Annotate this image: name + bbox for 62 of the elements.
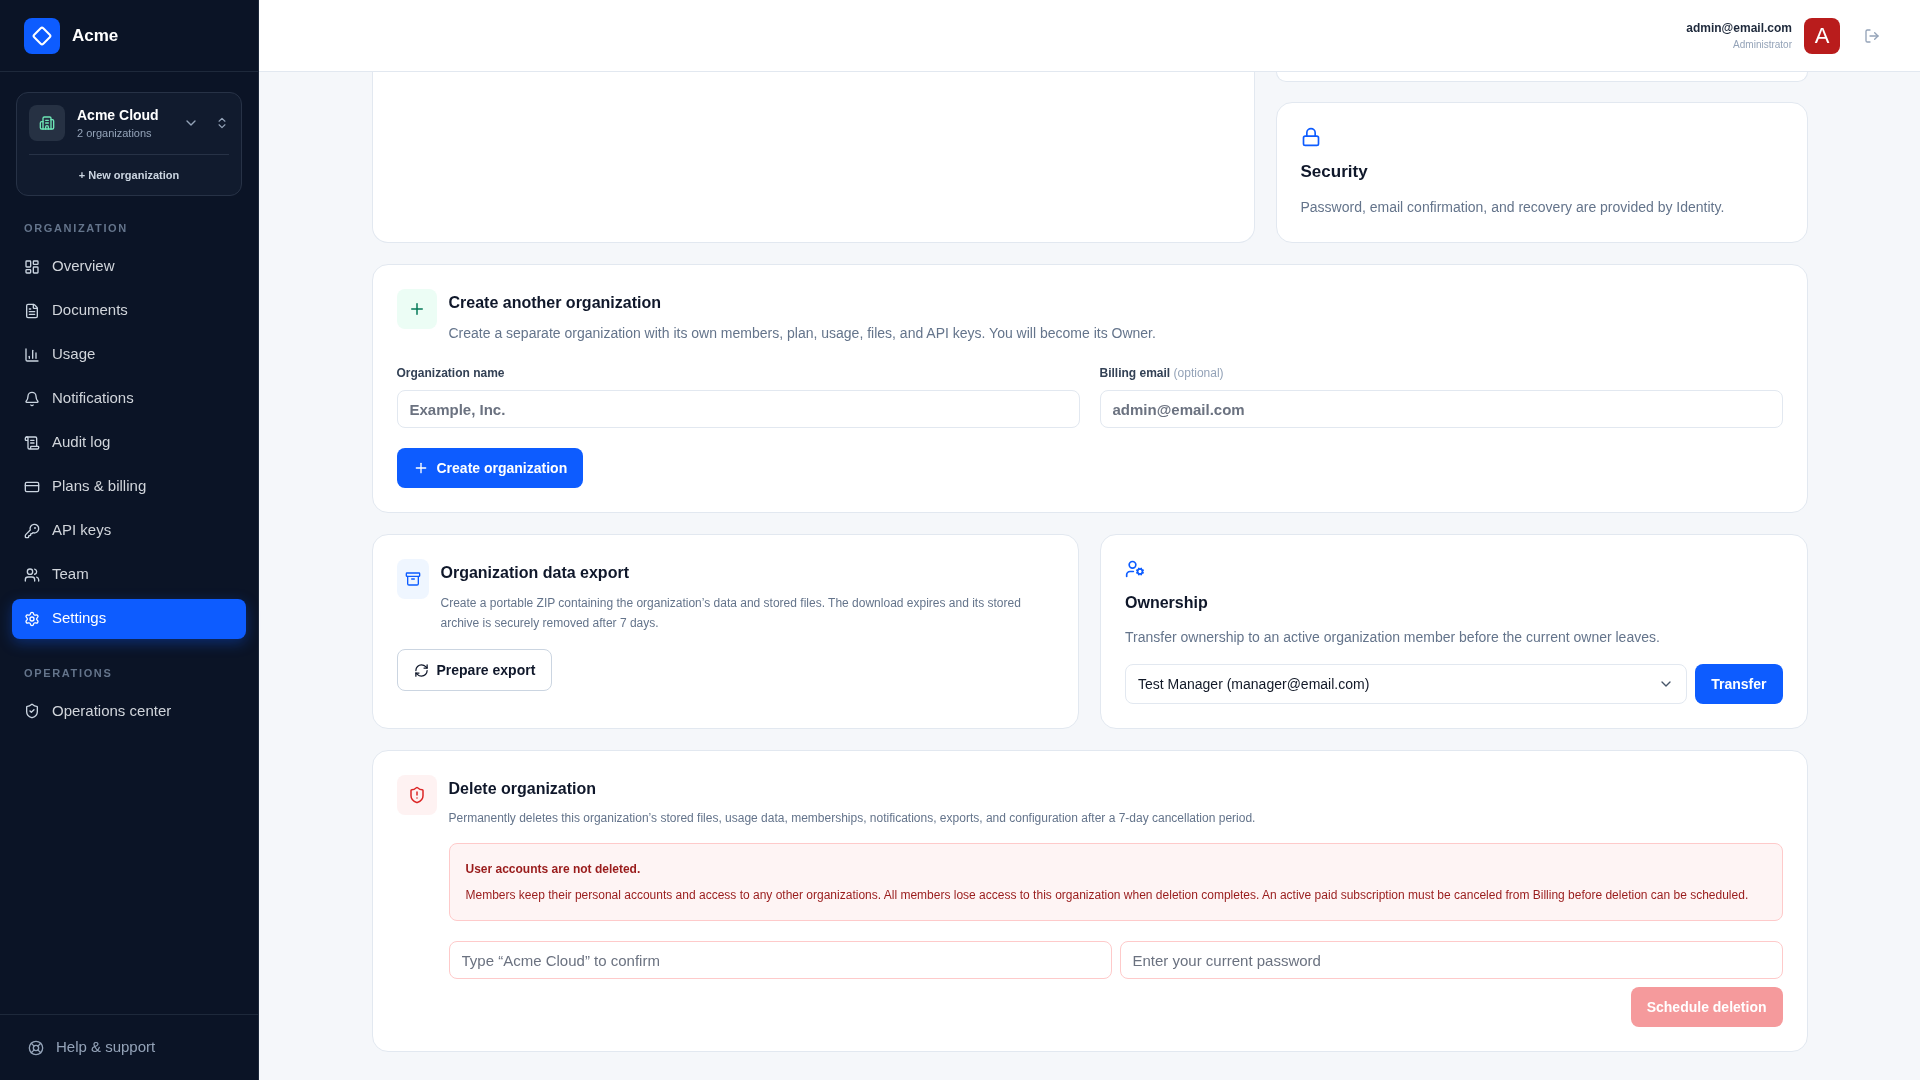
shield-alert-icon: [396, 775, 437, 815]
shield-check-icon: [24, 703, 40, 719]
alert-title: User accounts are not deleted.: [465, 861, 642, 878]
input-field[interactable]: Example, Inc.: [396, 390, 1080, 428]
user-email: admin@email.com: [1686, 20, 1792, 37]
avatar[interactable]: A: [1804, 17, 1840, 54]
plus-icon: [396, 289, 437, 329]
card-description: Password, email confirmation, and recovery are provided by Identity.: [1300, 197, 1726, 217]
field-label: Organization name: [396, 365, 506, 382]
bar-chart-icon: [24, 346, 40, 363]
card-description: Transfer ownership to an active organization member before the current owner leaves.: [1125, 628, 1661, 647]
org-name: Acme Cloud: [77, 106, 159, 125]
brand-name: Acme: [72, 24, 119, 47]
input-field[interactable]: admin@email.com: [1099, 390, 1783, 428]
scroll-icon: [24, 434, 40, 451]
nav-item[interactable]: Notifications: [12, 378, 246, 419]
user-role: Administrator: [1733, 38, 1792, 52]
card-title: Ownership: [1125, 593, 1209, 613]
card-title: Security: [1300, 161, 1369, 183]
settings-icon: [24, 610, 40, 627]
transfer-button[interactable]: Transfer: [1695, 664, 1783, 704]
prepare-export-button[interactable]: Prepare export: [396, 649, 553, 691]
input-field[interactable]: Type “Acme Cloud” to confirm: [448, 941, 1112, 979]
lock-icon: [1300, 127, 1321, 147]
users-icon: [24, 566, 40, 583]
document-icon: [24, 302, 40, 319]
nav-item[interactable]: Operations center: [12, 691, 246, 731]
org-switcher[interactable]: Acme Cloud 2 organizations + New organization: [16, 92, 242, 196]
field-label: Billing email (optional): [1099, 365, 1225, 382]
nav-item[interactable]: Audit log: [12, 422, 246, 463]
nav-item[interactable]: Overview: [12, 246, 246, 287]
logout-icon[interactable]: [1864, 27, 1880, 44]
alert-text: Members keep their personal accounts and access to any other organizations. All members lose access to this organization when deletion completes. An active paid subscription must be canceled from Billing before deletion can be scheduled.: [465, 887, 1750, 904]
dashboard-icon: [24, 258, 40, 275]
user-gear-icon: [1125, 559, 1145, 579]
card-title: Create another organization: [448, 293, 662, 313]
card-title: Delete organization: [448, 779, 598, 799]
create-organization-button[interactable]: Create organization: [396, 448, 584, 488]
nav-item[interactable]: Plans & billing: [12, 466, 246, 507]
card-title: Organization data export: [440, 563, 630, 583]
section-heading: ORGANIZATION: [23, 221, 129, 236]
nav-item[interactable]: Usage: [12, 334, 246, 375]
archive-icon: [396, 559, 429, 599]
logo-icon: [24, 17, 60, 54]
building-icon: [29, 105, 65, 142]
new-organization-button[interactable]: + New organization: [78, 162, 180, 187]
nav-item[interactable]: API keys: [12, 510, 246, 551]
nav-item[interactable]: Settings: [12, 598, 246, 639]
card-description: Permanently deletes this organization’s stored files, usage data, memberships, notifications, exports, and configuration after a 7-day cancellation period.: [448, 810, 1257, 827]
bell-icon: [24, 390, 40, 407]
nav-item[interactable]: Team: [12, 554, 246, 595]
help-link[interactable]: Help & support: [28, 1036, 156, 1059]
member-select[interactable]: Test Manager (manager@email.com): [1125, 664, 1688, 704]
nav-item[interactable]: Documents: [12, 290, 246, 331]
input-field[interactable]: Enter your current password: [1119, 941, 1783, 979]
card-description: Create a separate organization with its own members, plan, usage, files, and API keys. You will become its Owner.: [448, 324, 1156, 343]
refresh-icon: [413, 662, 429, 678]
card-description: Create a portable ZIP containing the organization’s data and stored files. The download expires and its stored archive is securely removed after 7 days.: [440, 595, 1022, 632]
section-heading: OPERATIONS: [23, 665, 114, 681]
lifebuoy-icon: [28, 1039, 44, 1056]
key-icon: [24, 522, 40, 539]
org-count: 2 organizations: [77, 126, 153, 141]
